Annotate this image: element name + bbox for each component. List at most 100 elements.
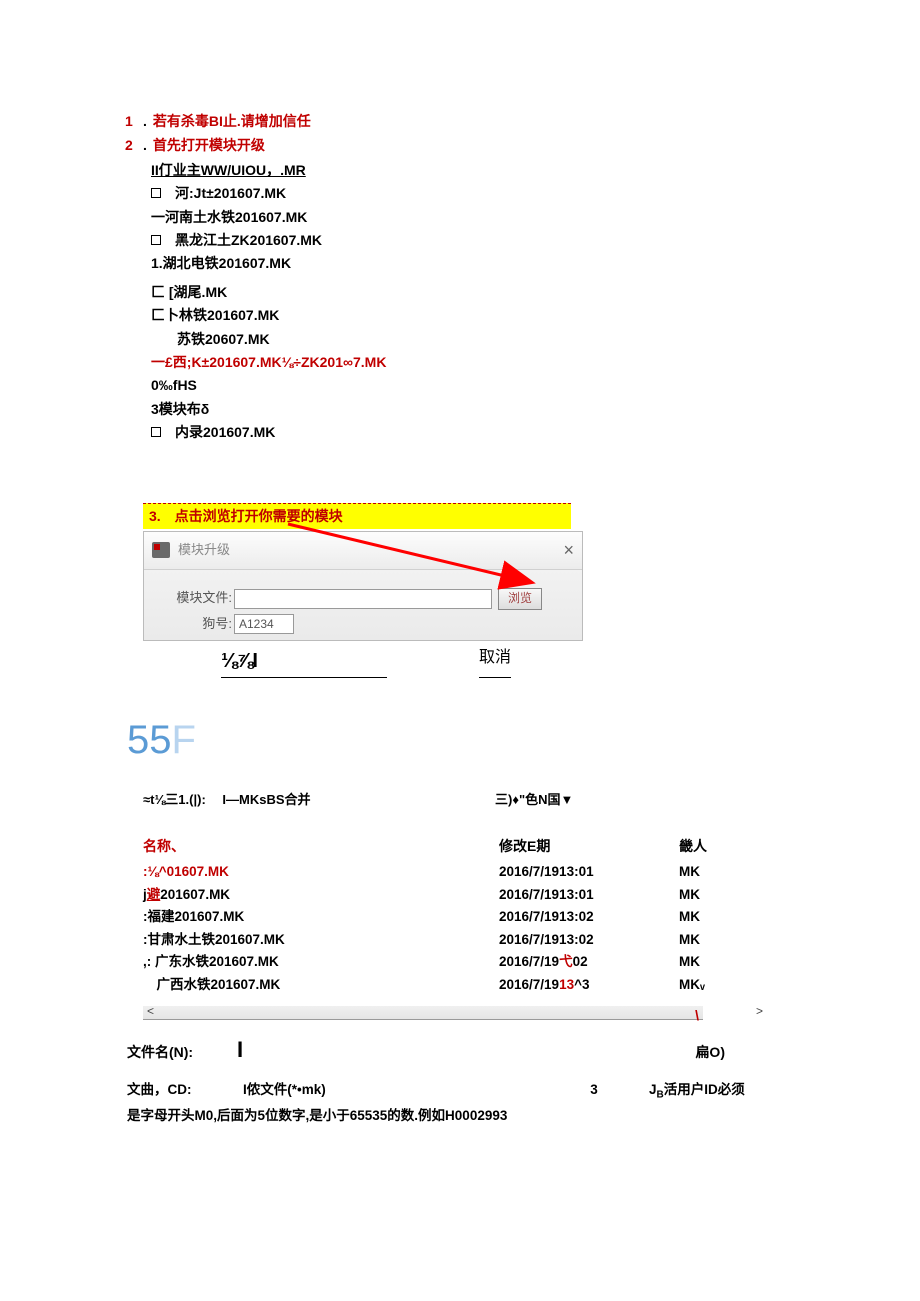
browse-button[interactable]: 浏览 — [498, 588, 542, 610]
file-name: :甘肃水土铁201607.MK — [143, 929, 499, 951]
scroll-track[interactable]: < \ > — [143, 1006, 703, 1020]
dot: . — [143, 134, 147, 156]
step-num: 1 — [125, 110, 143, 132]
dialog-titlebar: 模块升级 × — [144, 532, 582, 570]
letter-f: F — [172, 718, 196, 762]
filetype-label: 文曲，CD: — [127, 1079, 243, 1101]
item-text: 匚 [湖尾.MK — [151, 281, 227, 303]
note-line-2: 是字母开头M0,后面为5位数字,是小于65535的数.例如H0002993 — [127, 1105, 795, 1127]
note-right: JB活用户ID必须 — [649, 1079, 745, 1104]
dog-id-label: 狗号: — [168, 614, 232, 635]
filename-row: 文件名(N): I 扁O) — [127, 1032, 795, 1067]
filetype-row: 文曲，CD: I侬文件(*•mk) 3 JB活用户ID必须 — [127, 1079, 795, 1104]
checkbox-icon — [151, 235, 161, 245]
dog-id-input[interactable] — [234, 614, 294, 634]
checkbox-icon — [151, 427, 161, 437]
item-text: 一£西;K±201607.MK⅛÷ZK201∞7.MK — [151, 351, 386, 373]
heading-55f: 55F — [127, 708, 795, 772]
filename-label: 文件名(N): — [127, 1041, 237, 1063]
scroll-left-icon[interactable]: < — [147, 1002, 154, 1021]
file-row[interactable]: :福建201607.MK 2016/7/1913:02 MK — [143, 906, 753, 928]
step-3-section: 3. 点击浏览打开你需要的模块 模块升级 × 模块文件: 浏览 狗号: — [143, 503, 795, 640]
list-item: 匚卜林铁201607.MK — [151, 304, 795, 326]
list-item: 3模块布δ — [151, 398, 795, 420]
step-2: 2 . 首先打开模块开级 — [125, 134, 795, 156]
scrollbar[interactable]: < \ > — [143, 1006, 703, 1020]
item-text: 内录201607.MK — [175, 421, 275, 443]
item-text: 0‰fHS — [151, 374, 197, 396]
module-list: II仃业主WW/UIOU，.MR 河:Jt±201607.MK 一河南土水铁20… — [125, 159, 795, 444]
item-text: 匚卜林铁201607.MK — [151, 304, 279, 326]
col-type[interactable]: 畿人 — [679, 835, 753, 857]
open-button[interactable]: 扁O) — [695, 1041, 725, 1063]
step-text: 首先打开模块开级 — [153, 134, 265, 156]
ok-button[interactable]: ⅛⅞I — [221, 645, 387, 678]
item-text: 苏铁20607.MK — [177, 328, 270, 350]
file-table: 名称、 修改E期 畿人 :⅛^01607.MK 2016/7/1913:01 M… — [143, 835, 753, 996]
item-text: II仃业主WW/UIOU，.MR — [151, 159, 306, 181]
file-row[interactable]: :甘肃水土铁201607.MK 2016/7/1913:02 MK — [143, 929, 753, 951]
step-text: 若有杀毒BI止.请增加信任 — [153, 110, 311, 132]
module-file-label: 模块文件: — [168, 588, 232, 609]
cancel-button[interactable]: 取消 — [479, 645, 511, 678]
filename-input[interactable]: I — [237, 1032, 243, 1067]
list-item: 1.湖北电铁201607.MK — [151, 252, 795, 274]
file-date: 2016/7/1913:01 — [499, 861, 679, 883]
toolbar-row: ≈t⅛三1.(|): I—MKsBS合并 三)♦"色N国▼ — [143, 790, 795, 811]
dialog-body: 模块文件: 浏览 狗号: — [144, 570, 582, 647]
module-file-input[interactable] — [234, 589, 492, 609]
list-item: 河:Jt±201607.MK — [151, 182, 795, 204]
file-name: j避201607.MK — [143, 884, 499, 906]
col-date[interactable]: 修改E期 — [499, 835, 679, 857]
file-row[interactable]: 广西水铁201607.MK 2016/7/1913^3 MKᵥ — [143, 974, 753, 996]
item-text: 3模块布δ — [151, 398, 209, 420]
item-text: 一河南土水铁201607.MK — [151, 206, 307, 228]
num-55: 55 — [127, 718, 172, 762]
file-name: :⅛^01607.MK — [143, 861, 499, 883]
file-date: 2016/7/1913:02 — [499, 906, 679, 928]
file-name: :福建201607.MK — [143, 906, 499, 928]
list-item: 黑龙江土ZK201607.MK — [151, 229, 795, 251]
list-item: 内录201607.MK — [151, 421, 795, 443]
file-date: 2016/7/1913:02 — [499, 929, 679, 951]
mid-num: 3 — [539, 1079, 649, 1101]
list-item: 苏铁20607.MK — [151, 328, 795, 350]
file-date: 2016/7/19弋02 — [499, 951, 679, 973]
toolbar-left: ≈t⅛三1.(|): I—MKsBS合并 — [143, 790, 495, 811]
file-row[interactable]: j避201607.MK 2016/7/1913:01 MK — [143, 884, 753, 906]
step-num: 2 — [125, 134, 143, 156]
file-name: 广西水铁201607.MK — [143, 974, 499, 996]
scroll-right-icon[interactable]: > — [756, 1002, 763, 1021]
dialog-bottom-row: ⅛⅞I 取消 — [143, 645, 583, 678]
col-name[interactable]: 名称、 — [143, 835, 499, 857]
file-type: MK — [679, 951, 753, 973]
filetype-select[interactable]: I侬文件(*•mk) — [243, 1079, 539, 1101]
file-type: MK — [679, 929, 753, 951]
list-item: 匚 [湖尾.MK — [151, 281, 795, 303]
file-row[interactable]: ,: 广东水铁201607.MK 2016/7/19弋02 MK — [143, 951, 753, 973]
dialog-app-icon — [152, 542, 170, 558]
file-date: 2016/7/1913^3 — [499, 974, 679, 996]
close-button[interactable]: × — [563, 536, 574, 565]
dialog-title: 模块升级 — [178, 540, 230, 561]
file-type: MKᵥ — [679, 974, 753, 996]
item-text: 河:Jt±201607.MK — [175, 182, 286, 204]
file-table-header: 名称、 修改E期 畿人 — [143, 835, 753, 857]
item-text: 黑龙江土ZK201607.MK — [175, 229, 322, 251]
file-type: MK — [679, 861, 753, 883]
file-type: MK — [679, 906, 753, 928]
list-item-red: 一£西;K±201607.MK⅛÷ZK201∞7.MK — [151, 351, 795, 373]
dog-id-row: 狗号: — [168, 614, 568, 635]
list-item: 一河南土水铁201607.MK — [151, 206, 795, 228]
list-item: 0‰fHS — [151, 374, 795, 396]
step-list: 1 . 若有杀毒BI止.请增加信任 2 . 首先打开模块开级 II仃业主WW/U… — [125, 110, 795, 443]
item-text: 1.湖北电铁201607.MK — [151, 252, 291, 274]
step-1: 1 . 若有杀毒BI止.请增加信任 — [125, 110, 795, 132]
list-item: II仃业主WW/UIOU，.MR — [151, 159, 795, 181]
module-file-row: 模块文件: 浏览 — [168, 588, 568, 610]
scroll-slash: \ — [695, 1004, 699, 1026]
module-upgrade-dialog: 模块升级 × 模块文件: 浏览 狗号: — [143, 531, 583, 641]
file-name: ,: 广东水铁201607.MK — [143, 951, 499, 973]
checkbox-icon — [151, 188, 161, 198]
file-row[interactable]: :⅛^01607.MK 2016/7/1913:01 MK — [143, 861, 753, 883]
